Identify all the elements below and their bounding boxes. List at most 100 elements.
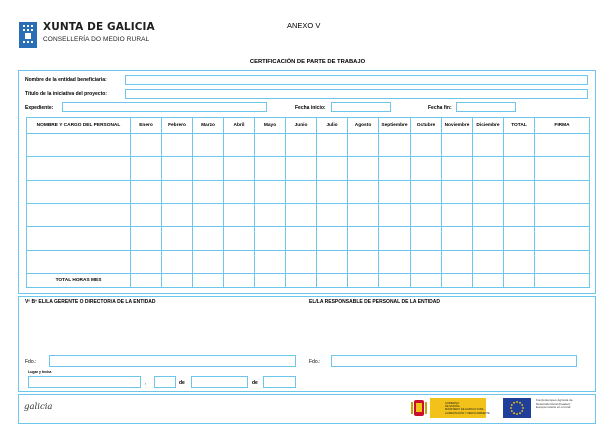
table-cell[interactable]: [26, 179, 131, 204]
table-cell[interactable]: [254, 273, 286, 288]
table-cell[interactable]: [254, 226, 286, 251]
table-cell[interactable]: [285, 273, 317, 288]
table-cell[interactable]: [26, 156, 131, 181]
table-cell[interactable]: [26, 202, 131, 228]
table-cell[interactable]: [503, 273, 535, 288]
table-cell[interactable]: [534, 249, 590, 275]
table-cell[interactable]: [410, 132, 442, 158]
table-cell[interactable]: [378, 132, 411, 158]
end-date-field[interactable]: [456, 102, 516, 112]
table-cell[interactable]: [441, 156, 473, 181]
table-cell[interactable]: [316, 156, 348, 181]
table-cell[interactable]: [378, 156, 411, 181]
table-cell[interactable]: [223, 249, 255, 275]
table-cell[interactable]: [441, 249, 473, 275]
table-cell[interactable]: [316, 249, 348, 275]
table-cell[interactable]: [410, 179, 442, 204]
table-cell[interactable]: [472, 132, 504, 158]
table-cell[interactable]: [130, 273, 162, 288]
table-cell[interactable]: [441, 132, 473, 158]
table-cell[interactable]: [254, 132, 286, 158]
table-cell[interactable]: [285, 226, 317, 251]
table-cell[interactable]: [192, 179, 224, 204]
table-cell[interactable]: [472, 273, 504, 288]
table-cell[interactable]: [378, 179, 411, 204]
table-cell[interactable]: [503, 202, 535, 228]
table-cell[interactable]: [254, 179, 286, 204]
start-date-field[interactable]: [331, 102, 391, 112]
table-cell[interactable]: [285, 132, 317, 158]
table-cell[interactable]: [441, 179, 473, 204]
table-cell[interactable]: [378, 273, 411, 288]
table-cell[interactable]: [161, 132, 193, 158]
table-cell[interactable]: [347, 273, 379, 288]
manager-signature-field[interactable]: [49, 355, 296, 367]
table-cell[interactable]: [130, 226, 162, 251]
table-cell[interactable]: [285, 179, 317, 204]
table-cell[interactable]: [472, 179, 504, 204]
table-cell[interactable]: [378, 202, 411, 228]
table-cell[interactable]: [347, 179, 379, 204]
table-cell[interactable]: [26, 226, 131, 251]
table-cell[interactable]: [223, 202, 255, 228]
table-cell[interactable]: [503, 226, 535, 251]
table-cell[interactable]: [26, 249, 131, 275]
table-cell[interactable]: [316, 179, 348, 204]
table-cell[interactable]: [254, 249, 286, 275]
table-cell[interactable]: [316, 226, 348, 251]
project-field[interactable]: [125, 89, 588, 99]
table-cell[interactable]: [285, 202, 317, 228]
table-cell[interactable]: [347, 202, 379, 228]
table-cell[interactable]: [316, 273, 348, 288]
table-cell[interactable]: [130, 179, 162, 204]
table-cell[interactable]: [410, 202, 442, 228]
table-cell[interactable]: [285, 156, 317, 181]
table-cell[interactable]: [285, 249, 317, 275]
personnel-signature-field[interactable]: [331, 355, 577, 367]
table-cell[interactable]: [316, 132, 348, 158]
table-cell[interactable]: [472, 202, 504, 228]
table-cell[interactable]: [410, 273, 442, 288]
table-cell[interactable]: [441, 273, 473, 288]
table-cell[interactable]: [161, 179, 193, 204]
place-field[interactable]: [28, 376, 141, 388]
year-field[interactable]: [263, 376, 296, 388]
table-cell[interactable]: [192, 273, 224, 288]
table-cell[interactable]: [192, 156, 224, 181]
table-cell[interactable]: [534, 179, 590, 204]
table-cell[interactable]: [410, 249, 442, 275]
table-cell[interactable]: [254, 202, 286, 228]
entity-field[interactable]: [125, 75, 588, 85]
table-cell[interactable]: [161, 156, 193, 181]
table-cell[interactable]: [316, 202, 348, 228]
table-cell[interactable]: [410, 226, 442, 251]
table-cell[interactable]: [192, 249, 224, 275]
table-cell[interactable]: [161, 249, 193, 275]
month-field[interactable]: [191, 376, 248, 388]
table-cell[interactable]: [410, 156, 442, 181]
table-cell[interactable]: [534, 202, 590, 228]
table-cell[interactable]: [192, 202, 224, 228]
table-cell[interactable]: [378, 226, 411, 251]
table-cell[interactable]: [161, 226, 193, 251]
table-cell[interactable]: [254, 156, 286, 181]
table-cell[interactable]: [472, 156, 504, 181]
table-cell[interactable]: [347, 226, 379, 251]
table-cell[interactable]: [472, 249, 504, 275]
table-cell[interactable]: [223, 226, 255, 251]
table-cell[interactable]: [161, 202, 193, 228]
table-cell[interactable]: [347, 156, 379, 181]
table-cell[interactable]: [192, 226, 224, 251]
table-cell[interactable]: [26, 132, 131, 158]
table-cell[interactable]: [130, 156, 162, 181]
table-cell[interactable]: [441, 202, 473, 228]
table-cell[interactable]: [130, 249, 162, 275]
table-cell[interactable]: [347, 249, 379, 275]
table-cell[interactable]: [378, 249, 411, 275]
table-cell[interactable]: [130, 132, 162, 158]
table-cell[interactable]: [503, 132, 535, 158]
table-cell[interactable]: [503, 179, 535, 204]
table-cell[interactable]: [534, 226, 590, 251]
table-cell[interactable]: [472, 226, 504, 251]
table-cell[interactable]: [534, 156, 590, 181]
